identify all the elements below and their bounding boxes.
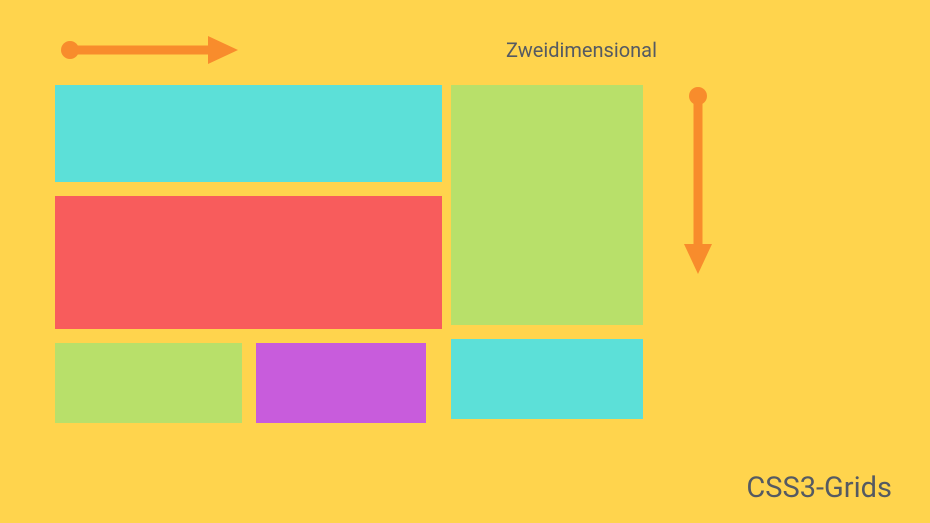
grid-cell-b	[55, 196, 442, 329]
grid-cell-c	[55, 343, 242, 423]
grid-cell-e	[451, 339, 643, 419]
grid-cell-d	[256, 343, 426, 423]
horizontal-arrow-icon	[60, 36, 240, 68]
footer-title: CSS3-Grids	[746, 471, 892, 505]
grid-cell-a	[55, 85, 442, 182]
subtitle-text: Zweidimensional	[506, 38, 657, 62]
vertical-arrow-icon	[684, 86, 712, 280]
